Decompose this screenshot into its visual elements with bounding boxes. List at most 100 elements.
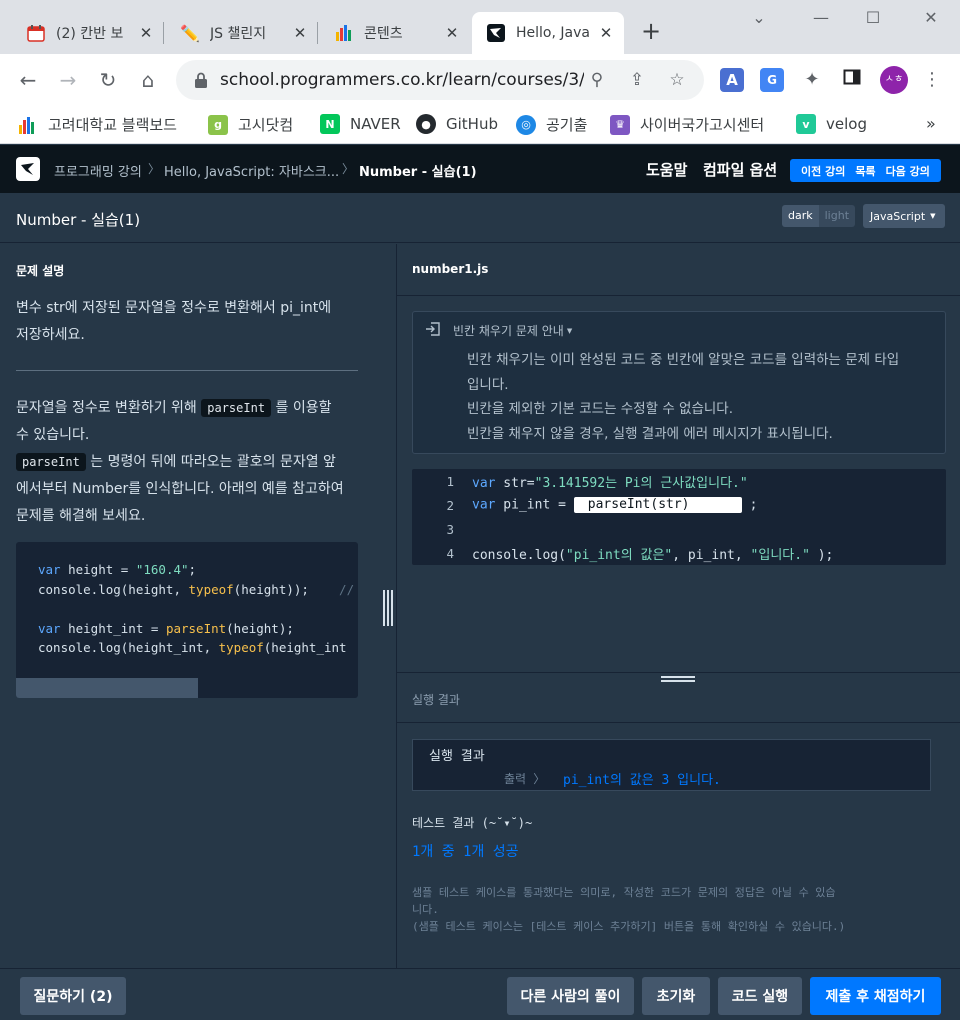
line-number: 1 [446, 473, 454, 489]
profile-avatar[interactable]: ㅅㅎ [880, 66, 908, 94]
browser-tab-hello-java[interactable]: Hello, Java ✕ [472, 12, 624, 54]
submit-button[interactable]: 제출 후 채점하기 [810, 977, 941, 1015]
bookmark-label: GitHub [446, 115, 498, 133]
tab-title: 콘텐츠 [364, 26, 403, 42]
prev-lesson-button[interactable]: 이전 강의 [796, 163, 850, 179]
lesson-header: Number - 실습(1) dark light JavaScript ▼ [0, 193, 960, 243]
guide-toggle[interactable]: 빈칸 채우기 문제 안내 ▼ [425, 322, 572, 339]
problem-body: 문자열을 정수로 변환하기 위해 parseInt 를 이용할 수 있습니다. … [16, 399, 344, 524]
caret-down-icon: ▼ [566, 326, 573, 335]
ask-question-button[interactable]: 질문하기 (2) [20, 977, 126, 1015]
side-panel-icon[interactable] [840, 68, 864, 92]
cyber-icon: ♛ [610, 114, 630, 135]
problem-panel: 문제 설명 변수 str에 저장된 문자열을 정수로 변환해서 pi_int에 … [0, 244, 376, 968]
programmers-icon [486, 23, 506, 43]
bookmark-gosi[interactable]: g 고시닷컴 [208, 114, 293, 135]
editor-panel: number1.js 빈칸 채우기 문제 안내 ▼ 빈칸 채우기는 이미 완성된… [396, 244, 960, 968]
bookmark-gonggi[interactable]: ◎ 공기출 [516, 114, 587, 135]
file-name: number1.js [412, 262, 489, 276]
tab-title: Hello, Java [516, 25, 590, 41]
calendar-icon [26, 23, 46, 43]
enter-icon [425, 322, 441, 339]
inline-code: parseInt [16, 453, 86, 471]
line-number: 4 [446, 545, 454, 561]
extensions-puzzle-icon[interactable]: ✦ [800, 68, 824, 92]
result-box-title: 실행 결과 [429, 749, 485, 764]
close-icon[interactable]: ✕ [598, 24, 614, 42]
bookmark-velog[interactable]: v velog [796, 114, 867, 134]
minimize-icon[interactable]: — [806, 8, 836, 27]
extension-a-icon[interactable]: A [720, 68, 744, 92]
lesson-list-button[interactable]: 목록 [850, 163, 880, 179]
browser-tab-contents[interactable]: 콘텐츠 ✕ [320, 12, 470, 54]
output-resize-handle[interactable] [661, 676, 695, 684]
bookmark-github[interactable]: ● GitHub [416, 114, 498, 134]
bookmark-star-icon[interactable]: ☆ [664, 70, 690, 90]
bookmarks-bar: 고려대학교 블랙보드 g 고시닷컴 N NAVER ● GitHub ◎ 공기출… [0, 106, 960, 144]
breadcrumb-course[interactable]: Hello, JavaScript: 자바스크... [164, 161, 339, 180]
share-icon[interactable]: ⇪ [624, 70, 650, 90]
browser-tab-js-challenge[interactable]: ✏️ JS 챌린지 ✕ [166, 12, 318, 54]
zoom-icon[interactable]: ⚲ [584, 70, 610, 90]
action-footer: 질문하기 (2) 다른 사람의 풀이 초기화 코드 실행 제출 후 채점하기 [0, 968, 960, 1020]
pencil-icon: ✏️ [180, 23, 200, 43]
menu-kebab-icon[interactable]: ⋮ [920, 68, 944, 92]
close-icon[interactable]: ✕ [292, 24, 308, 42]
gonggi-icon: ◎ [516, 114, 536, 135]
help-link[interactable]: 도움말 [646, 159, 687, 180]
blank-answer-input[interactable]: parseInt(str) [573, 497, 742, 513]
browser-toolbar: ← → ↻ ⌂ school.programmers.co.kr/learn/c… [0, 54, 960, 106]
new-tab-button[interactable]: + [638, 18, 664, 44]
breadcrumb-course-list[interactable]: 프로그래밍 강의 [54, 161, 142, 180]
home-icon[interactable]: ⌂ [134, 66, 162, 94]
blackboard-icon [18, 115, 38, 135]
file-tab[interactable]: number1.js [397, 244, 960, 296]
bookmark-naver[interactable]: N NAVER [320, 114, 401, 134]
language-select[interactable]: JavaScript ▼ [863, 204, 945, 228]
bookmark-korea-univ[interactable]: 고려대학교 블랙보드 [18, 114, 177, 135]
url-text: school.programmers.co.kr/learn/courses/3… [220, 70, 584, 90]
lesson-title: Number - 실습(1) [16, 211, 141, 229]
horizontal-scrollbar[interactable] [16, 678, 198, 698]
back-icon[interactable]: ← [14, 66, 42, 94]
github-icon: ● [416, 114, 436, 134]
programmers-logo-icon[interactable] [16, 157, 40, 181]
naver-icon: N [320, 114, 340, 134]
bookmarks-overflow-button[interactable]: » [926, 114, 936, 133]
reload-icon[interactable]: ↻ [94, 66, 122, 94]
code-line: 4 console.log("pi_int의 값은", pi_int, "입니다… [412, 541, 946, 565]
guide-title: 빈칸 채우기 문제 안내 [453, 324, 564, 338]
close-icon[interactable]: ✕ [444, 24, 460, 42]
test-result-heading: 테스트 결과 (~˘▾˘)~ [412, 816, 533, 830]
lesson-nav-group: 이전 강의 목록 다음 강의 [790, 159, 941, 182]
breadcrumb-current: Number - 실습(1) [359, 165, 477, 180]
run-code-button[interactable]: 코드 실행 [718, 977, 802, 1015]
forward-icon[interactable]: → [54, 66, 82, 94]
divider [16, 370, 358, 371]
problem-intro: 변수 str에 저장된 문자열을 정수로 변환해서 pi_int에 저장하세요. [16, 300, 332, 343]
tab-search-icon[interactable]: ⌄ [744, 8, 774, 27]
gosi-icon: g [208, 114, 228, 135]
velog-icon: v [796, 114, 816, 134]
window-close-icon[interactable]: ✕ [916, 8, 946, 27]
bookmark-cyber-exam[interactable]: ♛ 사이버국가고시센터 [610, 114, 764, 135]
maximize-icon[interactable]: ☐ [858, 8, 888, 27]
guide-body: 빈칸 채우기는 이미 완성된 코드 중 빈칸에 알맞은 코드를 입력하는 문제 … [467, 352, 900, 442]
compile-options-link[interactable]: 컴파일 옵션 [703, 159, 777, 180]
next-lesson-button[interactable]: 다음 강의 [881, 163, 935, 179]
bookmark-label: 공기출 [546, 116, 588, 134]
output-value: pi_int의 값은 3 입니다. [563, 773, 721, 788]
example-code-block[interactable]: var height = "160.4"; console.log(height… [16, 542, 358, 698]
theme-light-button[interactable]: light [818, 205, 856, 227]
reset-button[interactable]: 초기화 [642, 977, 710, 1015]
others-solutions-button[interactable]: 다른 사람의 풀이 [507, 977, 634, 1015]
code-editor[interactable]: 1 var str="3.141592는 Pi의 근사값입니다." 2 var … [412, 469, 946, 565]
panel-resize-handle[interactable] [382, 590, 394, 626]
translate-icon[interactable]: G [760, 68, 784, 92]
bookmark-label: 고시닷컴 [238, 116, 294, 134]
close-icon[interactable]: ✕ [138, 24, 154, 42]
address-bar[interactable]: school.programmers.co.kr/learn/courses/3… [176, 60, 704, 100]
theme-dark-button[interactable]: dark [782, 205, 819, 227]
caret-down-icon: ▼ [930, 212, 936, 220]
browser-tab-kanban[interactable]: (2) 칸반 보 ✕ [12, 12, 164, 54]
